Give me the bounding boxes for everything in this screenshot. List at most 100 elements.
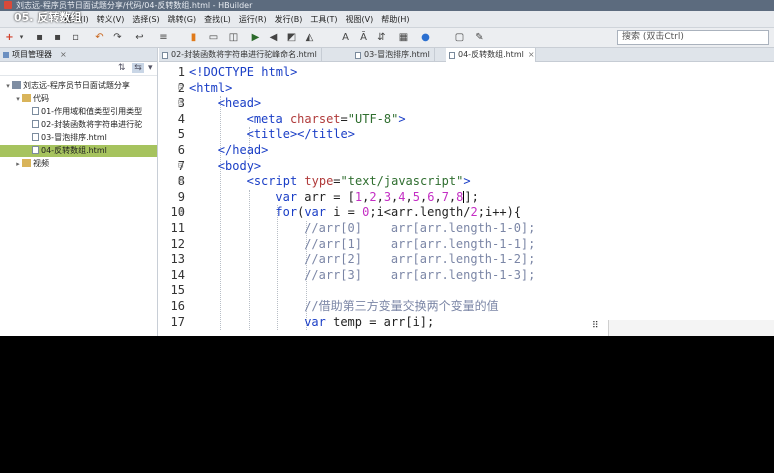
hbuilder-app-icon bbox=[4, 1, 12, 9]
project-manager-tools: ⇅ ⇆ ▾ bbox=[0, 62, 157, 76]
wrap-icon[interactable]: ⇵ bbox=[376, 32, 387, 43]
code-text: //借助第三方变量交换两个变量的值 bbox=[304, 299, 498, 315]
code-line: 12 //arr[1] arr[arr.length-1-1]; bbox=[159, 237, 774, 253]
code-text: //arr[3] arr[arr.length-1-3]; bbox=[304, 268, 535, 284]
browser-icon[interactable]: ◫ bbox=[228, 32, 239, 43]
code-line: 11 //arr[0] arr[arr.length-1-0]; bbox=[159, 221, 774, 237]
project-icon bbox=[12, 81, 21, 89]
color-picker-icon[interactable]: ● bbox=[420, 32, 431, 43]
bookmark-icon[interactable]: ▮ bbox=[188, 32, 199, 43]
expand-arrow-icon[interactable]: ▾ bbox=[14, 93, 22, 105]
line-number: 1 bbox=[177, 65, 185, 79]
code-text: <title></title> bbox=[247, 127, 355, 143]
font-style-icon[interactable]: Ā bbox=[358, 32, 369, 43]
expand-arrow-icon[interactable]: ▾ bbox=[4, 80, 12, 92]
code-line: 16 //借助第三方变量交换两个变量的值 bbox=[159, 299, 774, 315]
menu-item[interactable]: 运行(R) bbox=[235, 11, 271, 28]
collapse-all-icon[interactable]: ⇅ bbox=[118, 63, 126, 73]
font-size-icon[interactable]: A bbox=[340, 32, 351, 43]
code-token: > bbox=[398, 111, 406, 126]
code-text: <meta charset="UTF-8"> bbox=[247, 112, 406, 128]
stop-icon[interactable]: ◩ bbox=[286, 32, 297, 43]
menu-item[interactable]: 查找(L) bbox=[200, 11, 235, 28]
editor-tab[interactable]: 03-冒泡排序.html bbox=[352, 48, 435, 62]
tree-item[interactable]: 03-冒泡排序.html bbox=[0, 132, 157, 144]
tree-item[interactable]: 01-作用域和值类型引用类型 bbox=[0, 106, 157, 118]
code-line: 5 <title></title> bbox=[159, 127, 774, 143]
video-chapter-title: 05. 反转数组 bbox=[14, 11, 82, 24]
menu-item[interactable]: 选择(S) bbox=[128, 11, 163, 28]
return-icon[interactable]: ↩ bbox=[134, 32, 145, 43]
menu-item[interactable]: 跳转(G) bbox=[164, 11, 200, 28]
new-dropdown-icon[interactable]: ▾ bbox=[16, 32, 27, 43]
code-line: 7 ⊟ <body> bbox=[159, 159, 774, 175]
code-token: //arr[1] arr[arr.length-1-1]; bbox=[304, 236, 536, 251]
menu-item[interactable]: 工具(T) bbox=[306, 11, 341, 28]
device-icon[interactable]: ▦ bbox=[398, 32, 409, 43]
undo-icon[interactable]: ↶ bbox=[94, 32, 105, 43]
run-icon[interactable]: ▶ bbox=[250, 32, 261, 43]
project-manager-title: 项目管理器 bbox=[12, 50, 52, 59]
code-token: <body> bbox=[217, 158, 262, 173]
editor-tab[interactable]: 04-反转数组.html × bbox=[446, 48, 536, 62]
code-text: //arr[0] arr[arr.length-1-0]; bbox=[304, 221, 535, 237]
tree-item-label: 01-作用域和值类型引用类型 bbox=[41, 107, 143, 116]
new-file-icon[interactable]: + bbox=[4, 32, 15, 43]
fold-toggle-icon[interactable]: ⊟ bbox=[178, 81, 186, 97]
code-text: //arr[1] arr[arr.length-1-1]; bbox=[304, 237, 535, 253]
line-number: 13 bbox=[170, 252, 185, 267]
line-number: 6 bbox=[177, 143, 185, 157]
terminal-icon[interactable]: ▢ bbox=[454, 32, 465, 43]
code-line: 13 //arr[2] arr[arr.length-1-2]; bbox=[159, 252, 774, 268]
editor-tab[interactable]: 02-封装函数将字符串进行驼峰命名.html bbox=[159, 48, 322, 62]
code-token: arr = [ bbox=[304, 189, 355, 204]
resize-grip-icon[interactable]: ⠿ bbox=[592, 320, 606, 332]
code-token: 8 bbox=[456, 189, 464, 204]
fold-toggle-icon[interactable]: ⊟ bbox=[178, 174, 186, 190]
save-icon[interactable]: ▪ bbox=[34, 32, 45, 43]
format-icon[interactable]: ≡ bbox=[158, 32, 169, 43]
deploy-icon[interactable]: ◭ bbox=[304, 32, 315, 43]
menu-item[interactable]: 帮助(H) bbox=[377, 11, 413, 28]
html-file-icon bbox=[355, 52, 361, 59]
menu-item[interactable]: 转义(V) bbox=[93, 11, 129, 28]
code-token: 4 bbox=[398, 189, 406, 204]
code-editor[interactable]: 1 <!DOCTYPE html> 2 ⊟ <html> 3 ⊟ <head> 4 <meta c… bbox=[159, 62, 774, 336]
toolbar: + ▾ ▪ ▪ ▫ ↶ ↷ ↩ ≡ ▮ ▭ ◫ ▶ ◀ ◩ ◭ A Ā ⇵ ▦ … bbox=[0, 28, 774, 48]
close-file-icon[interactable]: ▫ bbox=[70, 32, 81, 43]
tree-item[interactable]: ▾ 刘志远-程序员节日面试题分享 bbox=[0, 80, 157, 92]
fold-toggle-icon[interactable]: ⊟ bbox=[178, 96, 186, 112]
search-input[interactable]: 搜索 (双击Ctrl) bbox=[617, 30, 769, 45]
page-icon[interactable]: ▭ bbox=[208, 32, 219, 43]
collapse-arrow-icon[interactable]: ▸ bbox=[14, 158, 22, 170]
view-menu-icon[interactable]: ▾ bbox=[148, 63, 153, 73]
close-tab-icon[interactable]: × bbox=[528, 50, 535, 59]
code-text: </head> bbox=[218, 143, 269, 159]
menu-item[interactable]: 发行(B) bbox=[271, 11, 307, 28]
tree-item[interactable]: ▾ 代码 bbox=[0, 93, 157, 105]
fold-toggle-icon[interactable]: ⊟ bbox=[178, 159, 186, 175]
code-token: 7 bbox=[441, 189, 449, 204]
close-icon[interactable]: × bbox=[60, 48, 67, 62]
menu-item[interactable]: 视图(V) bbox=[342, 11, 378, 28]
tree-item[interactable]: 02-封装函数将字符串进行驼 bbox=[0, 119, 157, 131]
line-number: 12 bbox=[170, 236, 185, 251]
tree-item[interactable]: 04-反转数组.html bbox=[0, 145, 157, 157]
overlay-panel bbox=[608, 320, 774, 336]
code-token: charset bbox=[289, 111, 341, 126]
tree-item[interactable]: ▸ 视频 bbox=[0, 158, 157, 170]
save-all-icon[interactable]: ▪ bbox=[52, 32, 63, 43]
debug-icon[interactable]: ◀ bbox=[268, 32, 279, 43]
code-text: <head> bbox=[218, 96, 261, 112]
settings-icon[interactable]: ✎ bbox=[474, 32, 485, 43]
redo-icon[interactable]: ↷ bbox=[112, 32, 123, 43]
link-editor-icon[interactable]: ⇆ bbox=[132, 63, 144, 73]
fold-toggle-icon[interactable]: ⊟ bbox=[178, 205, 186, 221]
code-token: i = bbox=[333, 205, 363, 220]
code-line: 3 ⊟ <head> bbox=[159, 96, 774, 112]
code-token: , bbox=[376, 189, 384, 204]
code-token: //arr[0] arr[arr.length-1-0]; bbox=[304, 221, 536, 235]
project-manager-panel: 项目管理器 × ⇅ ⇆ ▾ ▾ 刘志远-程序员节日面试题分享 ▾ 代码 01-作用域和值… bbox=[0, 48, 158, 336]
html-file-icon bbox=[32, 120, 39, 128]
code-token: ;i<arr.length/ bbox=[369, 205, 471, 220]
